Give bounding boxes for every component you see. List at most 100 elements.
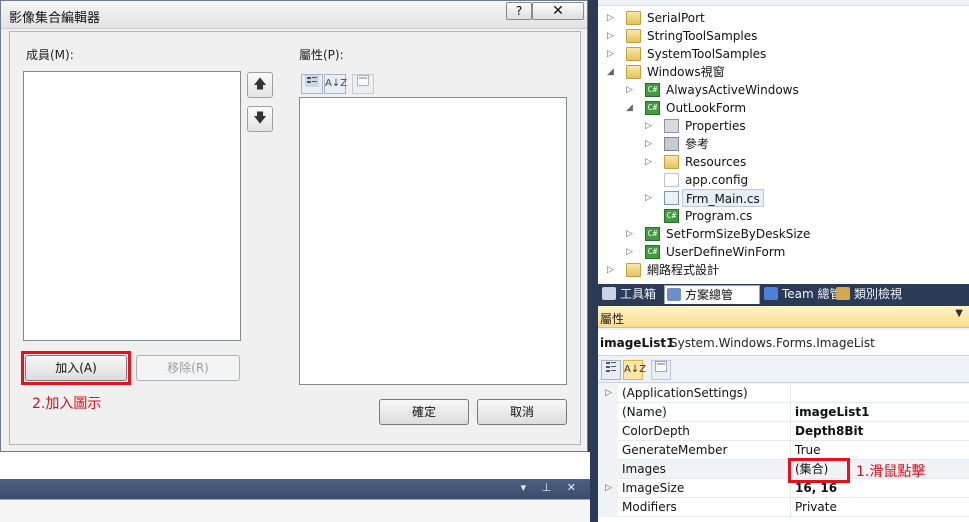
splitter[interactable] <box>590 0 598 522</box>
divider <box>790 498 791 517</box>
tree-item-label: SerialPort <box>647 11 705 25</box>
property-pages-icon[interactable] <box>651 360 671 380</box>
tree-item-outlookform[interactable]: ◢ C# OutLookForm <box>598 99 969 117</box>
property-name: (Name) <box>622 405 667 419</box>
expand-icon[interactable]: ▷ <box>645 153 655 171</box>
tree-item-network-programming[interactable]: ▷ 網路程式設計 <box>598 261 969 279</box>
expand-icon[interactable]: ▷ <box>607 45 617 63</box>
tree-item-stringtoolsamples[interactable]: ▷ StringToolSamples <box>598 27 969 45</box>
members-listbox[interactable] <box>23 71 241 341</box>
move-down-button[interactable]: 🡇 <box>247 106 273 132</box>
tab-class-view[interactable]: 類別檢視 <box>834 285 914 304</box>
tree-item-alwaysactivewindows[interactable]: ▷ C# AlwaysActiveWindows <box>598 81 969 99</box>
tree-item-userdefinewinform[interactable]: ▷ C# UserDefineWinForm <box>598 243 969 261</box>
cs-project-icon: C# <box>645 83 660 97</box>
tree-item-references[interactable]: ▷ 參考 <box>598 135 969 153</box>
tree-item-label: app.config <box>685 173 749 187</box>
property-row-generatemember[interactable]: GenerateMember True <box>598 441 969 460</box>
expand-icon[interactable]: ▷ <box>607 9 617 27</box>
folder-open-icon <box>626 65 641 79</box>
tab-team-explorer[interactable]: Team 總管 <box>762 285 842 304</box>
expand-icon[interactable]: ▷ <box>607 27 617 45</box>
property-pages-icon[interactable] <box>352 74 374 94</box>
tree-item-label: 網路程式設計 <box>647 263 720 277</box>
tab-label: 工具箱 <box>620 287 657 301</box>
expand-icon[interactable]: ▷ <box>626 81 636 99</box>
tree-item-app-config[interactable]: app.config <box>598 171 969 189</box>
property-value: Private <box>795 500 837 514</box>
references-icon <box>664 137 679 151</box>
tree-item-program-cs[interactable]: C# Program.cs <box>598 207 969 225</box>
help-button[interactable]: ? <box>506 2 532 20</box>
move-up-button[interactable]: 🡅 <box>247 72 273 98</box>
cs-project-icon: C# <box>645 245 660 259</box>
object-type: System.Windows.Forms.ImageList <box>670 336 875 350</box>
tree-item-resources[interactable]: ▷ Resources <box>598 153 969 171</box>
panel-window-controls-icon[interactable]: ▾ ⊥ ✕ <box>521 481 582 494</box>
solution-explorer-icon <box>667 288 681 301</box>
add-button[interactable]: 加入(A) <box>25 355 127 381</box>
categorized-icon[interactable] <box>301 74 323 94</box>
expand-icon[interactable]: ▷ <box>645 117 655 135</box>
toolbox-icon <box>602 287 616 300</box>
tab-label: 方案總管 <box>685 288 734 302</box>
close-button[interactable]: ✕ <box>532 2 584 20</box>
collapse-icon[interactable]: ◢ <box>626 99 636 117</box>
tree-item-frm-main[interactable]: ▷ Frm_Main.cs <box>598 189 969 207</box>
tree-item-label: Windows視窗 <box>647 65 725 79</box>
members-label: 成員(M): <box>26 48 74 62</box>
solution-explorer: ▷ SerialPort ▷ StringToolSamples ▷ Syste… <box>598 0 969 284</box>
alphabetical-icon[interactable]: A↓Z <box>324 74 347 94</box>
remove-button[interactable]: 移除(R) <box>136 355 240 381</box>
tree-item-label: SetFormSizeByDeskSize <box>666 227 811 241</box>
properties-toolbar: A↓Z <box>598 357 969 383</box>
tab-toolbox[interactable]: 工具箱 <box>600 285 662 304</box>
dropdown-arrow-icon[interactable]: ▼ <box>955 308 963 319</box>
tree-item-label: 參考 <box>685 137 710 151</box>
tree-item-windows[interactable]: ◢ Windows視窗 <box>598 63 969 81</box>
divider <box>790 403 791 422</box>
properties-grid[interactable] <box>299 97 567 385</box>
object-name: imageList1 <box>600 336 675 350</box>
properties-header: 屬性 ▼ <box>598 306 969 328</box>
tree-item-label: UserDefineWinForm <box>666 245 786 259</box>
object-selector[interactable]: imageList1 System.Windows.Forms.ImageLis… <box>598 330 969 356</box>
alphabetical-icon[interactable]: A↓Z <box>623 360 646 380</box>
property-grid: ▷ (ApplicationSettings) (Name) imageList… <box>598 384 969 522</box>
tab-label: Team 總管 <box>782 287 842 301</box>
property-row-name[interactable]: (Name) imageList1 <box>598 403 969 422</box>
tree-item-setformsizebydesksize[interactable]: ▷ C# SetFormSizeByDeskSize <box>598 225 969 243</box>
property-value: imageList1 <box>795 405 870 419</box>
property-row-colordepth[interactable]: ColorDepth Depth8Bit <box>598 422 969 441</box>
properties-label: 屬性(P): <box>299 48 344 62</box>
tab-solution-explorer[interactable]: 方案總管 <box>664 285 760 304</box>
expand-icon[interactable]: ▷ <box>645 189 655 207</box>
tree-item-serialport[interactable]: ▷ SerialPort <box>598 9 969 27</box>
folder-icon <box>626 11 641 25</box>
property-row-modifiers[interactable]: Modifiers Private <box>598 498 969 517</box>
dialog-client-area: 成員(M): 🡅 🡇 屬性(P): A↓Z 加入(A) 移除(R) 2.加入圖示… <box>9 31 581 445</box>
docked-panel <box>0 499 590 522</box>
tree-item-label: AlwaysActiveWindows <box>666 83 799 97</box>
expand-icon[interactable]: ▷ <box>645 135 655 153</box>
expand-icon[interactable]: ▷ <box>605 479 612 497</box>
property-value: True <box>795 443 821 457</box>
divider <box>790 384 791 403</box>
property-row-applicationsettings[interactable]: ▷ (ApplicationSettings) <box>598 384 969 403</box>
row-margin <box>598 460 618 479</box>
dialog-title: 影像集合編輯器 <box>9 11 101 26</box>
property-row-imagesize[interactable]: ▷ ImageSize 16, 16 <box>598 479 969 498</box>
row-margin <box>598 403 618 422</box>
expand-icon[interactable]: ▷ <box>605 384 612 402</box>
collapse-icon[interactable]: ◢ <box>607 63 617 81</box>
expand-icon[interactable]: ▷ <box>626 225 636 243</box>
categorized-icon[interactable] <box>601 360 621 380</box>
cancel-button[interactable]: 取消 <box>477 399 567 425</box>
tree-item-properties[interactable]: ▷ Properties <box>598 117 969 135</box>
tree-item-systemtoolsamples[interactable]: ▷ SystemToolSamples <box>598 45 969 63</box>
expand-icon[interactable]: ▷ <box>607 261 617 279</box>
expand-icon[interactable]: ▷ <box>626 243 636 261</box>
row-margin <box>598 441 618 460</box>
team-explorer-icon <box>764 287 778 300</box>
ok-button[interactable]: 確定 <box>379 399 469 425</box>
